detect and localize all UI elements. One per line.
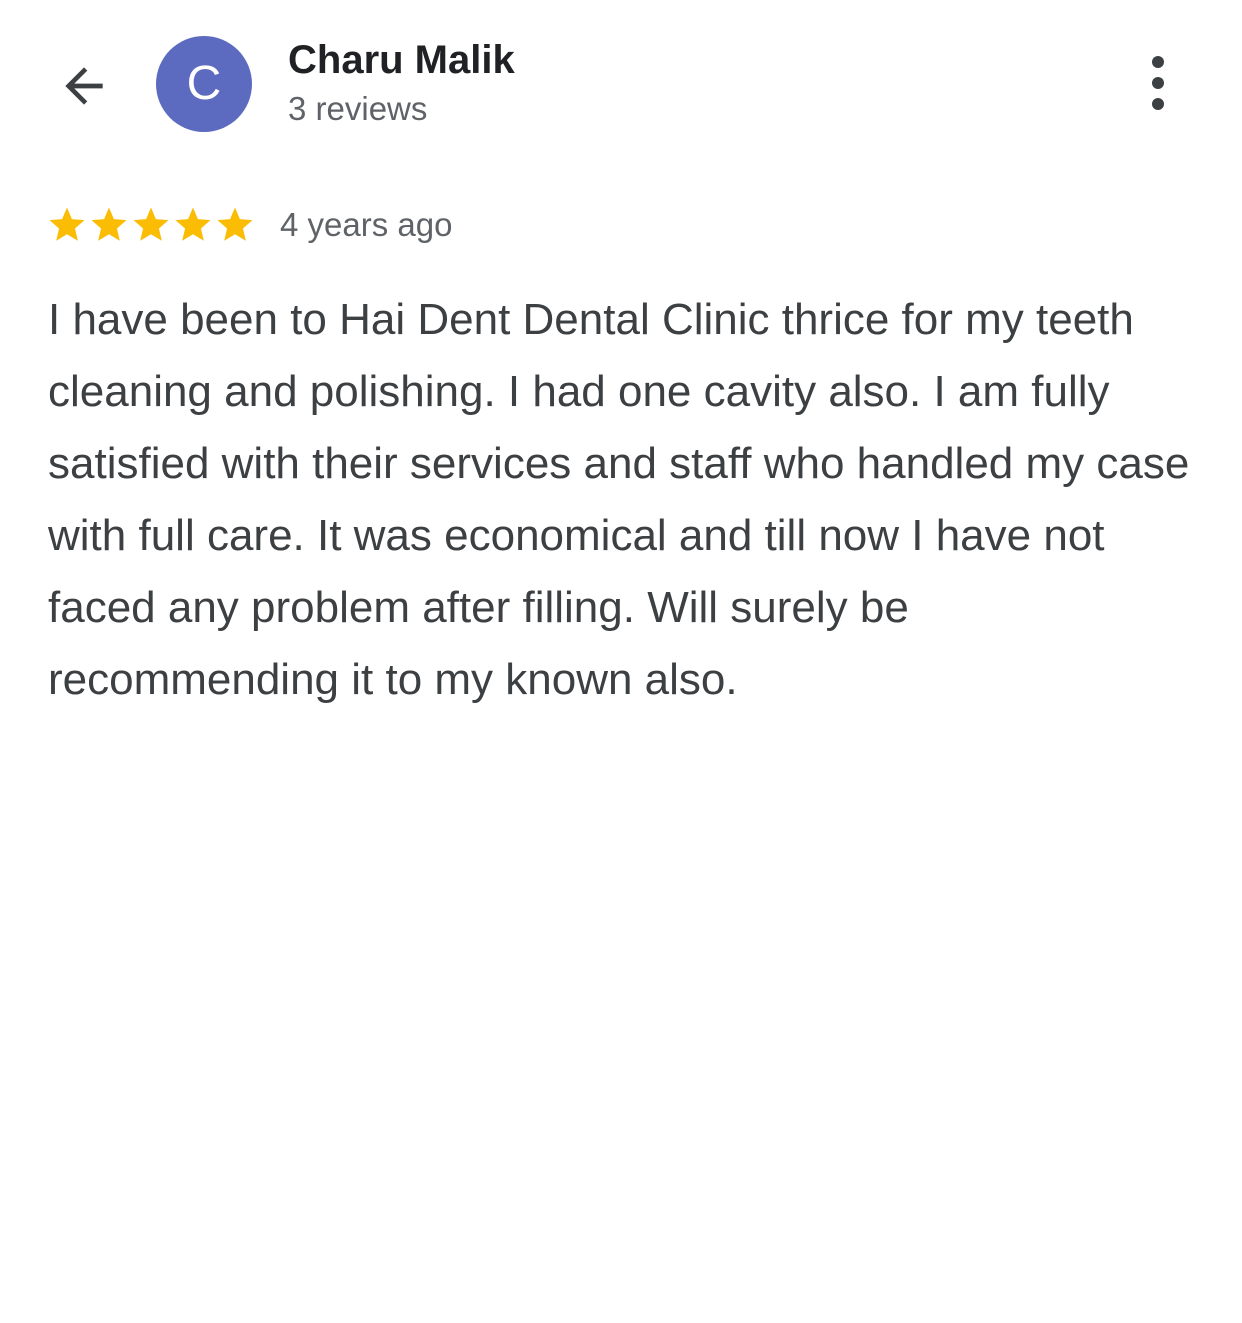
- star-icon: [91, 207, 127, 241]
- avatar-initial: C: [186, 57, 222, 110]
- star-icon: [175, 207, 211, 241]
- star-icon: [49, 207, 85, 241]
- star-rating: [46, 204, 256, 246]
- more-options-button[interactable]: [1128, 52, 1188, 116]
- review-header: C Charu Malik 3 reviews: [0, 0, 1242, 170]
- more-vert-icon: [1152, 56, 1164, 110]
- reviewer-name[interactable]: Charu Malik: [288, 38, 515, 83]
- review-date: 4 years ago: [280, 206, 453, 243]
- rating-row: 4 years ago: [46, 200, 452, 250]
- review-text: I have been to Hai Dent Dental Clinic th…: [48, 295, 1190, 704]
- star-icon: [133, 207, 169, 241]
- back-button[interactable]: [48, 50, 120, 122]
- reviewer-review-count: 3 reviews: [288, 90, 428, 127]
- arrow-back-icon: [65, 67, 103, 105]
- avatar[interactable]: C: [156, 36, 252, 132]
- star-icon: [217, 207, 253, 241]
